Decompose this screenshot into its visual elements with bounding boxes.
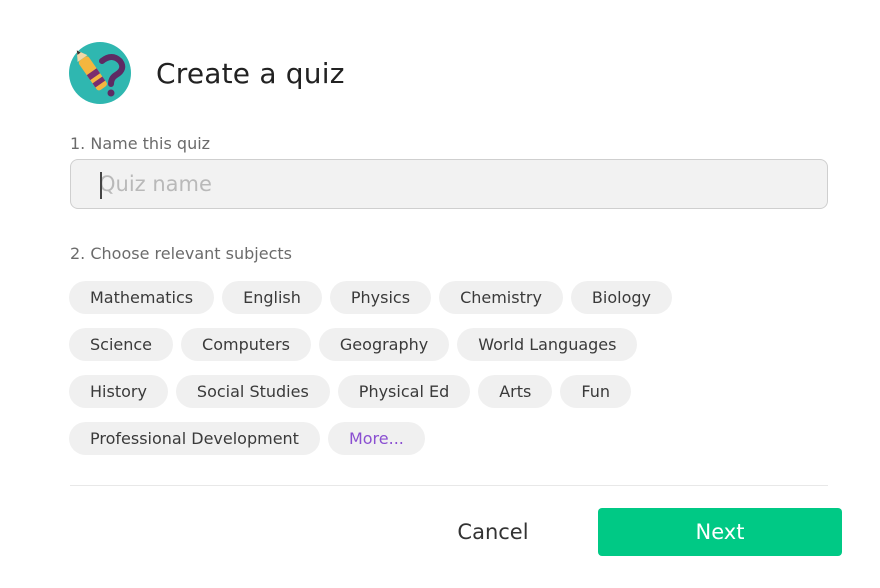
name-quiz-label: 1. Name this quiz bbox=[70, 134, 211, 153]
create-quiz-dialog: Create a quiz 1. Name this quiz 2. Choos… bbox=[0, 0, 880, 588]
subject-chips: Mathematics English Physics Chemistry Bi… bbox=[69, 281, 839, 469]
chip-row: Mathematics English Physics Chemistry Bi… bbox=[69, 281, 839, 314]
quiz-name-input[interactable] bbox=[70, 159, 828, 209]
text-cursor bbox=[100, 172, 102, 199]
subject-chip-mathematics[interactable]: Mathematics bbox=[69, 281, 215, 314]
subjects-label: 2. Choose relevant subjects bbox=[70, 244, 292, 263]
subject-chip-physics[interactable]: Physics bbox=[329, 281, 432, 314]
subject-chip-professional-development[interactable]: Professional Development bbox=[69, 422, 320, 455]
subject-chip-fun[interactable]: Fun bbox=[560, 375, 631, 408]
subject-chip-biology[interactable]: Biology bbox=[570, 281, 672, 314]
subject-chip-history[interactable]: History bbox=[69, 375, 168, 408]
subject-chip-science[interactable]: Science bbox=[69, 328, 174, 361]
subject-chip-chemistry[interactable]: Chemistry bbox=[439, 281, 563, 314]
footer-divider bbox=[70, 485, 828, 486]
quiz-pencil-question-icon bbox=[69, 42, 131, 104]
subject-chip-english[interactable]: English bbox=[222, 281, 322, 314]
dialog-header: Create a quiz bbox=[68, 40, 345, 106]
subject-chip-social-studies[interactable]: Social Studies bbox=[175, 375, 330, 408]
cancel-button[interactable]: Cancel bbox=[430, 508, 556, 556]
dialog-title: Create a quiz bbox=[156, 56, 345, 90]
chip-row: History Social Studies Physical Ed Arts … bbox=[69, 375, 839, 408]
subject-chip-geography[interactable]: Geography bbox=[318, 328, 450, 361]
chip-row: Professional Development More... bbox=[69, 422, 839, 455]
subject-chip-arts[interactable]: Arts bbox=[478, 375, 553, 408]
subject-chip-computers[interactable]: Computers bbox=[181, 328, 311, 361]
subject-chip-physical-ed[interactable]: Physical Ed bbox=[337, 375, 471, 408]
more-subjects-button[interactable]: More... bbox=[327, 422, 425, 455]
chip-row: Science Computers Geography World Langua… bbox=[69, 328, 839, 361]
next-button[interactable]: Next bbox=[598, 508, 842, 556]
subject-chip-world-languages[interactable]: World Languages bbox=[457, 328, 638, 361]
